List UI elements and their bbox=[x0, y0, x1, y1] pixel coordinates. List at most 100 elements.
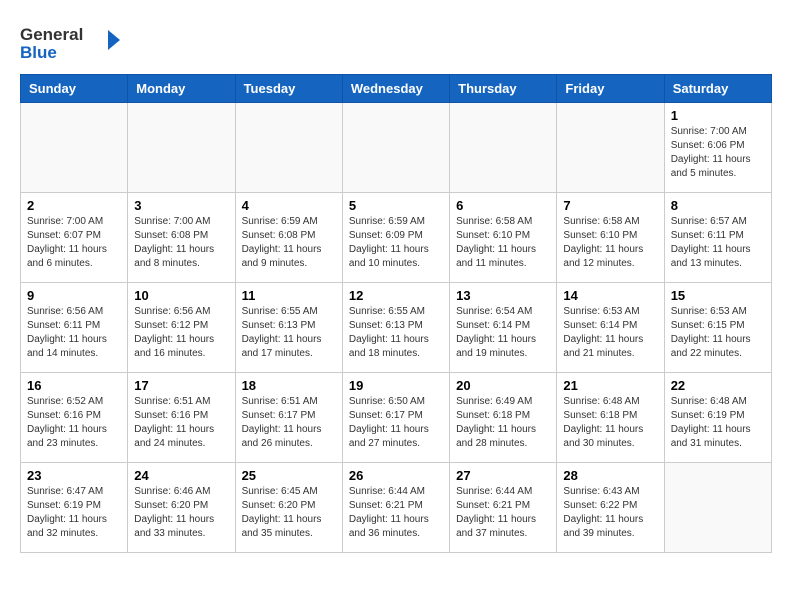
day-info: Sunrise: 6:58 AMSunset: 6:10 PMDaylight:… bbox=[563, 215, 657, 271]
day-number: 28 bbox=[563, 468, 657, 483]
day-info: Sunrise: 6:48 AMSunset: 6:18 PMDaylight:… bbox=[563, 395, 657, 451]
day-info: Sunrise: 6:53 AMSunset: 6:15 PMDaylight:… bbox=[671, 305, 765, 361]
calendar-cell: 10Sunrise: 6:56 AMSunset: 6:12 PMDayligh… bbox=[128, 283, 235, 373]
calendar-cell: 14 Sunrise: 6:53 AMSunset: 6:14 PMDayligh… bbox=[557, 283, 664, 373]
logo-icon: General Blue bbox=[20, 20, 120, 64]
day-number: 11 bbox=[242, 288, 336, 303]
day-number: 26 bbox=[349, 468, 443, 483]
calendar-cell bbox=[664, 463, 771, 553]
calendar-cell: 25Sunrise: 6:45 AMSunset: 6:20 PMDayligh… bbox=[235, 463, 342, 553]
calendar-cell bbox=[557, 103, 664, 193]
calendar-week-row: 1 Sunrise: 7:00 AMSunset: 6:06 PMDaylight… bbox=[21, 103, 772, 193]
calendar-cell: 17 Sunrise: 6:51 AMSunset: 6:16 PMDayligh… bbox=[128, 373, 235, 463]
weekday-header-tuesday: Tuesday bbox=[235, 75, 342, 103]
calendar-cell: 13 Sunrise: 6:54 AMSunset: 6:14 PMDayligh… bbox=[450, 283, 557, 373]
calendar-week-row: 9 Sunrise: 6:56 AMSunset: 6:11 PMDaylight… bbox=[21, 283, 772, 373]
calendar-week-row: 23Sunrise: 6:47 AMSunset: 6:19 PMDayligh… bbox=[21, 463, 772, 553]
calendar-cell bbox=[450, 103, 557, 193]
calendar-cell: 22Sunrise: 6:48 AMSunset: 6:19 PMDayligh… bbox=[664, 373, 771, 463]
day-info: Sunrise: 6:57 AMSunset: 6:11 PMDaylight:… bbox=[671, 215, 765, 271]
day-number: 4 bbox=[242, 198, 336, 213]
day-info: Sunrise: 7:00 AMSunset: 6:06 PMDaylight:… bbox=[671, 125, 765, 181]
day-info: Sunrise: 6:46 AMSunset: 6:20 PMDaylight:… bbox=[134, 485, 228, 541]
weekday-header-wednesday: Wednesday bbox=[342, 75, 449, 103]
day-number: 9 bbox=[27, 288, 121, 303]
day-number: 17 bbox=[134, 378, 228, 393]
calendar-cell: 18 Sunrise: 6:51 AMSunset: 6:17 PMDayligh… bbox=[235, 373, 342, 463]
day-info: Sunrise: 6:43 AMSunset: 6:22 PMDaylight:… bbox=[563, 485, 657, 541]
calendar-cell: 15 Sunrise: 6:53 AMSunset: 6:15 PMDayligh… bbox=[664, 283, 771, 373]
calendar-week-row: 2 Sunrise: 7:00 AMSunset: 6:07 PMDaylight… bbox=[21, 193, 772, 283]
page-header: General Blue bbox=[20, 20, 772, 64]
day-number: 7 bbox=[563, 198, 657, 213]
day-number: 6 bbox=[456, 198, 550, 213]
day-info: Sunrise: 6:59 AMSunset: 6:09 PMDaylight:… bbox=[349, 215, 443, 271]
calendar-cell: 8 Sunrise: 6:57 AMSunset: 6:11 PMDaylight… bbox=[664, 193, 771, 283]
day-number: 13 bbox=[456, 288, 550, 303]
calendar-cell: 26Sunrise: 6:44 AMSunset: 6:21 PMDayligh… bbox=[342, 463, 449, 553]
day-info: Sunrise: 6:56 AMSunset: 6:12 PMDaylight:… bbox=[134, 305, 228, 361]
calendar-cell: 11 Sunrise: 6:55 AMSunset: 6:13 PMDayligh… bbox=[235, 283, 342, 373]
calendar-cell: 20 Sunrise: 6:49 AMSunset: 6:18 PMDayligh… bbox=[450, 373, 557, 463]
calendar-cell: 6 Sunrise: 6:58 AMSunset: 6:10 PMDaylight… bbox=[450, 193, 557, 283]
day-info: Sunrise: 6:54 AMSunset: 6:14 PMDaylight:… bbox=[456, 305, 550, 361]
day-number: 12 bbox=[349, 288, 443, 303]
svg-text:General: General bbox=[20, 25, 83, 44]
calendar-cell: 28 Sunrise: 6:43 AMSunset: 6:22 PMDayligh… bbox=[557, 463, 664, 553]
day-info: Sunrise: 6:55 AMSunset: 6:13 PMDaylight:… bbox=[242, 305, 336, 361]
day-number: 24 bbox=[134, 468, 228, 483]
day-number: 5 bbox=[349, 198, 443, 213]
day-info: Sunrise: 6:48 AMSunset: 6:19 PMDaylight:… bbox=[671, 395, 765, 451]
day-number: 8 bbox=[671, 198, 765, 213]
calendar-cell: 9 Sunrise: 6:56 AMSunset: 6:11 PMDaylight… bbox=[21, 283, 128, 373]
day-number: 15 bbox=[671, 288, 765, 303]
svg-text:Blue: Blue bbox=[20, 43, 57, 62]
day-info: Sunrise: 7:00 AMSunset: 6:07 PMDaylight:… bbox=[27, 215, 121, 271]
day-number: 21 bbox=[563, 378, 657, 393]
weekday-header-saturday: Saturday bbox=[664, 75, 771, 103]
calendar-cell bbox=[342, 103, 449, 193]
calendar-cell: 1 Sunrise: 7:00 AMSunset: 6:06 PMDaylight… bbox=[664, 103, 771, 193]
calendar-cell: 7 Sunrise: 6:58 AMSunset: 6:10 PMDaylight… bbox=[557, 193, 664, 283]
day-number: 19 bbox=[349, 378, 443, 393]
day-number: 18 bbox=[242, 378, 336, 393]
calendar-cell: 3 Sunrise: 7:00 AMSunset: 6:08 PMDaylight… bbox=[128, 193, 235, 283]
weekday-header-sunday: Sunday bbox=[21, 75, 128, 103]
day-info: Sunrise: 6:51 AMSunset: 6:16 PMDaylight:… bbox=[134, 395, 228, 451]
weekday-header-row: SundayMondayTuesdayWednesdayThursdayFrid… bbox=[21, 75, 772, 103]
day-number: 16 bbox=[27, 378, 121, 393]
day-info: Sunrise: 6:52 AMSunset: 6:16 PMDaylight:… bbox=[27, 395, 121, 451]
calendar-cell: 24 Sunrise: 6:46 AMSunset: 6:20 PMDayligh… bbox=[128, 463, 235, 553]
calendar-cell bbox=[128, 103, 235, 193]
calendar-table: SundayMondayTuesdayWednesdayThursdayFrid… bbox=[20, 74, 772, 553]
day-number: 2 bbox=[27, 198, 121, 213]
day-number: 27 bbox=[456, 468, 550, 483]
calendar-cell: 4Sunrise: 6:59 AMSunset: 6:08 PMDaylight… bbox=[235, 193, 342, 283]
day-number: 14 bbox=[563, 288, 657, 303]
calendar-cell: 12Sunrise: 6:55 AMSunset: 6:13 PMDayligh… bbox=[342, 283, 449, 373]
calendar-cell: 27 Sunrise: 6:44 AMSunset: 6:21 PMDayligh… bbox=[450, 463, 557, 553]
calendar-cell: 21 Sunrise: 6:48 AMSunset: 6:18 PMDayligh… bbox=[557, 373, 664, 463]
day-number: 25 bbox=[242, 468, 336, 483]
day-info: Sunrise: 6:56 AMSunset: 6:11 PMDaylight:… bbox=[27, 305, 121, 361]
day-info: Sunrise: 6:51 AMSunset: 6:17 PMDaylight:… bbox=[242, 395, 336, 451]
day-info: Sunrise: 6:44 AMSunset: 6:21 PMDaylight:… bbox=[456, 485, 550, 541]
weekday-header-thursday: Thursday bbox=[450, 75, 557, 103]
calendar-cell: 23Sunrise: 6:47 AMSunset: 6:19 PMDayligh… bbox=[21, 463, 128, 553]
day-info: Sunrise: 6:49 AMSunset: 6:18 PMDaylight:… bbox=[456, 395, 550, 451]
day-info: Sunrise: 6:50 AMSunset: 6:17 PMDaylight:… bbox=[349, 395, 443, 451]
day-number: 23 bbox=[27, 468, 121, 483]
logo: General Blue bbox=[20, 20, 120, 64]
calendar-cell: 19 Sunrise: 6:50 AMSunset: 6:17 PMDayligh… bbox=[342, 373, 449, 463]
weekday-header-friday: Friday bbox=[557, 75, 664, 103]
calendar-cell: 2 Sunrise: 7:00 AMSunset: 6:07 PMDaylight… bbox=[21, 193, 128, 283]
calendar-cell bbox=[235, 103, 342, 193]
day-number: 20 bbox=[456, 378, 550, 393]
day-info: Sunrise: 7:00 AMSunset: 6:08 PMDaylight:… bbox=[134, 215, 228, 271]
day-number: 3 bbox=[134, 198, 228, 213]
day-number: 1 bbox=[671, 108, 765, 123]
calendar-week-row: 16 Sunrise: 6:52 AMSunset: 6:16 PMDayligh… bbox=[21, 373, 772, 463]
day-info: Sunrise: 6:58 AMSunset: 6:10 PMDaylight:… bbox=[456, 215, 550, 271]
calendar-cell: 5 Sunrise: 6:59 AMSunset: 6:09 PMDaylight… bbox=[342, 193, 449, 283]
day-info: Sunrise: 6:53 AMSunset: 6:14 PMDaylight:… bbox=[563, 305, 657, 361]
